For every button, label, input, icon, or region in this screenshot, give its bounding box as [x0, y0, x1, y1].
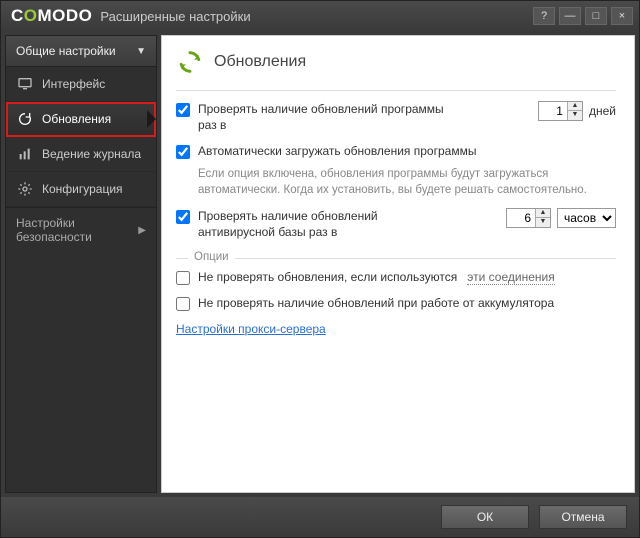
sidebar-item-updates[interactable]: Обновления [6, 102, 156, 137]
link-connections[interactable]: эти соединения [467, 270, 554, 285]
legend-options: Опции [188, 251, 235, 263]
page-title: Обновления [214, 53, 306, 71]
sidebar-group-security-label: Настройки безопасности [16, 216, 138, 244]
sidebar-item-label: Обновления [42, 112, 111, 126]
label-check-av: Проверять наличие обновлений антивирусно… [198, 208, 448, 240]
body: Общие настройки ▼ Интерфейс Обновления [1, 31, 639, 497]
cancel-button[interactable]: Отмена [539, 505, 627, 529]
sidebar-item-logging[interactable]: Ведение журнала [6, 137, 156, 172]
chevron-right-icon: ▶ [138, 225, 146, 236]
spinner-up-icon[interactable]: ▲ [536, 209, 550, 218]
checkbox-skip-connections[interactable] [176, 271, 190, 285]
refresh-icon [16, 110, 34, 128]
app-window: COMODO Расширенные настройки ? — □ × Общ… [0, 0, 640, 538]
footer: ОК Отмена [1, 497, 639, 537]
label-skip-connections: Не проверять обновления, если используют… [198, 269, 616, 285]
link-proxy-settings[interactable]: Настройки прокси-сервера [176, 322, 326, 336]
spinner-down-icon[interactable]: ▼ [568, 111, 582, 120]
row-check-av: Проверять наличие обновлений антивирусно… [176, 208, 616, 240]
gear-icon [16, 180, 34, 198]
spinner-av-interval: ▲ ▼ [506, 208, 551, 228]
input-program-interval[interactable] [539, 102, 567, 120]
help-button[interactable]: ? [533, 7, 555, 25]
row-skip-connections: Не проверять обновления, если используют… [176, 269, 616, 285]
ok-button[interactable]: ОК [441, 505, 529, 529]
chart-icon [16, 145, 34, 163]
sidebar-item-interface[interactable]: Интерфейс [6, 67, 156, 102]
sidebar: Общие настройки ▼ Интерфейс Обновления [5, 35, 157, 493]
sidebar-group-general[interactable]: Общие настройки ▼ [6, 36, 156, 67]
row-skip-battery: Не проверять наличие обновлений при рабо… [176, 295, 616, 311]
brand-logo: COMODO [11, 6, 92, 26]
close-button[interactable]: × [611, 7, 633, 25]
label-auto-download: Автоматически загружать обновления прогр… [198, 143, 616, 159]
checkbox-auto-download[interactable] [176, 145, 190, 159]
hint-auto-download: Если опция включена, обновления программ… [198, 166, 616, 198]
sidebar-item-configuration[interactable]: Конфигурация [6, 172, 156, 207]
chevron-down-icon: ▼ [136, 46, 146, 57]
spinner-down-icon[interactable]: ▼ [536, 218, 550, 227]
checkbox-skip-battery[interactable] [176, 297, 190, 311]
unit-days: дней [589, 104, 616, 118]
input-av-interval[interactable] [507, 209, 535, 227]
spinner-program-interval: ▲ ▼ [538, 101, 583, 121]
content-panel: Обновления Проверять наличие обновлений … [161, 35, 635, 493]
checkbox-check-av[interactable] [176, 210, 190, 224]
row-auto-download: Автоматически загружать обновления прогр… [176, 143, 616, 159]
label-skip-battery: Не проверять наличие обновлений при рабо… [198, 295, 616, 311]
checkbox-check-program[interactable] [176, 103, 190, 117]
monitor-icon [16, 75, 34, 93]
sidebar-item-label: Конфигурация [42, 182, 123, 196]
window-subtitle: Расширенные настройки [100, 9, 250, 24]
sidebar-item-label: Интерфейс [42, 77, 105, 91]
row-check-program: Проверять наличие обновлений программы р… [176, 101, 616, 133]
spinner-up-icon[interactable]: ▲ [568, 102, 582, 111]
maximize-button[interactable]: □ [585, 7, 607, 25]
fieldset-options: Опции Не проверять обновления, если испо… [176, 258, 616, 345]
titlebar: COMODO Расширенные настройки ? — □ × [1, 1, 639, 31]
label-skip-connections-text: Не проверять обновления, если используют… [198, 270, 457, 284]
sidebar-group-security[interactable]: Настройки безопасности ▶ [6, 207, 156, 252]
refresh-large-icon [176, 48, 204, 76]
divider [176, 90, 616, 91]
page-header: Обновления [176, 48, 616, 76]
minimize-button[interactable]: — [559, 7, 581, 25]
row-proxy: Настройки прокси-сервера [176, 322, 616, 336]
sidebar-group-general-label: Общие настройки [16, 44, 116, 58]
sidebar-item-label: Ведение журнала [42, 147, 141, 161]
label-check-program: Проверять наличие обновлений программы р… [198, 101, 448, 133]
select-av-unit[interactable]: часов [557, 208, 616, 228]
